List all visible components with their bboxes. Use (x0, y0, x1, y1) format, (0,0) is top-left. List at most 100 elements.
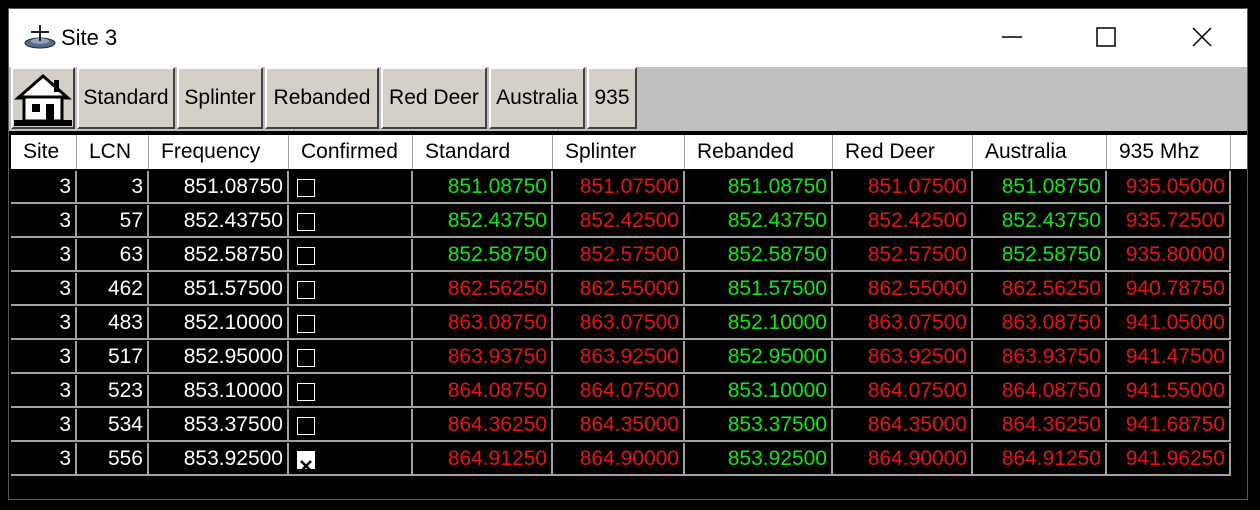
column-header-standard[interactable]: Standard (413, 135, 553, 169)
column-header-lcn[interactable]: LCN (77, 135, 149, 169)
cell-splinter: 862.55000 (553, 273, 685, 306)
cell-lcn: 523 (77, 375, 149, 408)
cell-splinter: 851.07500 (553, 171, 685, 204)
table-row[interactable]: 3 483 852.10000 863.08750 863.07500 852.10000… (11, 307, 1247, 341)
cell-lcn: 462 (77, 273, 149, 306)
cell-confirmed[interactable] (289, 443, 413, 476)
cell-australia: 863.08750 (973, 307, 1107, 340)
toolbar: Standard Splinter Rebanded Red Deer Aust… (9, 67, 1247, 131)
tab-red-deer[interactable]: Red Deer (381, 67, 487, 129)
cell-standard: 851.08750 (413, 171, 553, 204)
cell-red-deer: 864.90000 (833, 443, 973, 476)
cell-splinter: 852.57500 (553, 239, 685, 272)
column-header-frequency[interactable]: Frequency (149, 135, 289, 169)
column-header-rebanded[interactable]: Rebanded (685, 135, 833, 169)
tab-standard[interactable]: Standard (77, 67, 175, 129)
column-header-red-deer[interactable]: Red Deer (833, 135, 973, 169)
cell-confirmed[interactable] (289, 239, 413, 272)
cell-site: 3 (11, 273, 77, 306)
checkbox-icon[interactable] (297, 247, 315, 265)
checkbox-icon[interactable] (297, 383, 315, 401)
cell-site: 3 (11, 239, 77, 272)
cell-confirmed[interactable] (289, 307, 413, 340)
cell-frequency: 851.08750 (149, 171, 289, 204)
cell-rebanded: 853.37500 (685, 409, 833, 442)
table-row[interactable]: 3 63 852.58750 852.58750 852.57500 852.58750 8… (11, 239, 1247, 273)
cell-standard: 852.43750 (413, 205, 553, 238)
cell-rebanded: 852.58750 (685, 239, 833, 272)
cell-confirmed[interactable] (289, 341, 413, 374)
cell-confirmed[interactable] (289, 205, 413, 238)
tab-935[interactable]: 935 (587, 67, 637, 129)
cell-australia: 852.58750 (973, 239, 1107, 272)
cell-australia: 864.91250 (973, 443, 1107, 476)
cell-site: 3 (11, 307, 77, 340)
minimize-button[interactable] (965, 9, 1059, 65)
cell-splinter: 863.92500 (553, 341, 685, 374)
table-row[interactable]: 3 3 851.08750 851.08750 851.07500 851.08750 85… (11, 171, 1247, 205)
cell-australia: 862.56250 (973, 273, 1107, 306)
table-row[interactable]: 3 517 852.95000 863.93750 863.92500 852.95000… (11, 341, 1247, 375)
cell-confirmed[interactable] (289, 409, 413, 442)
cell-standard: 863.08750 (413, 307, 553, 340)
cell-lcn: 3 (77, 171, 149, 204)
cell-confirmed[interactable] (289, 375, 413, 408)
cell-red-deer: 863.07500 (833, 307, 973, 340)
minimize-icon (1002, 36, 1022, 38)
cell-standard: 852.58750 (413, 239, 553, 272)
cell-standard: 864.36250 (413, 409, 553, 442)
close-button[interactable] (1155, 9, 1247, 65)
title-bar[interactable]: Site 3 (9, 9, 1247, 67)
column-header-site[interactable]: Site (11, 135, 77, 169)
cell-lcn: 63 (77, 239, 149, 272)
tab-rebanded[interactable]: Rebanded (265, 67, 379, 129)
checkbox-icon[interactable] (297, 349, 315, 367)
cell-rebanded: 853.10000 (685, 375, 833, 408)
column-header-confirmed[interactable]: Confirmed (289, 135, 413, 169)
table-row[interactable]: 3 523 853.10000 864.08750 864.07500 853.10000… (11, 375, 1247, 409)
cell-frequency: 853.10000 (149, 375, 289, 408)
cell-frequency: 852.95000 (149, 341, 289, 374)
checkbox-icon[interactable] (297, 213, 315, 231)
close-icon (1192, 27, 1212, 47)
cell-site: 3 (11, 205, 77, 238)
checkbox-icon[interactable] (297, 315, 315, 333)
checkbox-icon[interactable] (297, 179, 315, 197)
cell-australia: 851.08750 (973, 171, 1107, 204)
cell-site: 3 (11, 341, 77, 374)
table-row[interactable]: 3 556 853.92500 864.91250 864.90000 853.92500… (11, 443, 1247, 477)
checkbox-icon[interactable] (297, 281, 315, 299)
cell-confirmed[interactable] (289, 273, 413, 306)
cell-site: 3 (11, 443, 77, 476)
table-row[interactable]: 3 534 853.37500 864.36250 864.35000 853.37500… (11, 409, 1247, 443)
column-header-australia[interactable]: Australia (973, 135, 1107, 169)
cell-rebanded: 852.43750 (685, 205, 833, 238)
cell-red-deer: 864.07500 (833, 375, 973, 408)
table-row[interactable]: 3 462 851.57500 862.56250 862.55000 851.57500… (11, 273, 1247, 307)
cell-rebanded: 853.92500 (685, 443, 833, 476)
maximize-button[interactable] (1059, 9, 1153, 65)
cell-site: 3 (11, 375, 77, 408)
cell-red-deer: 852.57500 (833, 239, 973, 272)
cell-lcn: 57 (77, 205, 149, 238)
cell-confirmed[interactable] (289, 171, 413, 204)
cell-site: 3 (11, 409, 77, 442)
cell-splinter: 864.90000 (553, 443, 685, 476)
home-button[interactable] (11, 67, 75, 129)
cell-frequency: 852.10000 (149, 307, 289, 340)
checkbox-checked-icon[interactable] (297, 451, 315, 472)
tab-australia[interactable]: Australia (489, 67, 585, 129)
cell-lcn: 556 (77, 443, 149, 476)
checkbox-icon[interactable] (297, 417, 315, 435)
window-title: Site 3 (61, 25, 118, 50)
cell-935-mhz: 941.47500 (1107, 341, 1231, 374)
cell-site: 3 (11, 171, 77, 204)
cell-frequency: 853.92500 (149, 443, 289, 476)
cell-rebanded: 851.08750 (685, 171, 833, 204)
column-header-splinter[interactable]: Splinter (553, 135, 685, 169)
tab-splinter[interactable]: Splinter (177, 67, 263, 129)
house-icon (14, 74, 72, 126)
column-header-935-mhz[interactable]: 935 Mhz (1107, 135, 1231, 169)
table-row[interactable]: 3 57 852.43750 852.43750 852.42500 852.43750 8… (11, 205, 1247, 239)
frequency-grid[interactable]: Site LCN Frequency Confirmed Standard Sp… (9, 131, 1247, 499)
